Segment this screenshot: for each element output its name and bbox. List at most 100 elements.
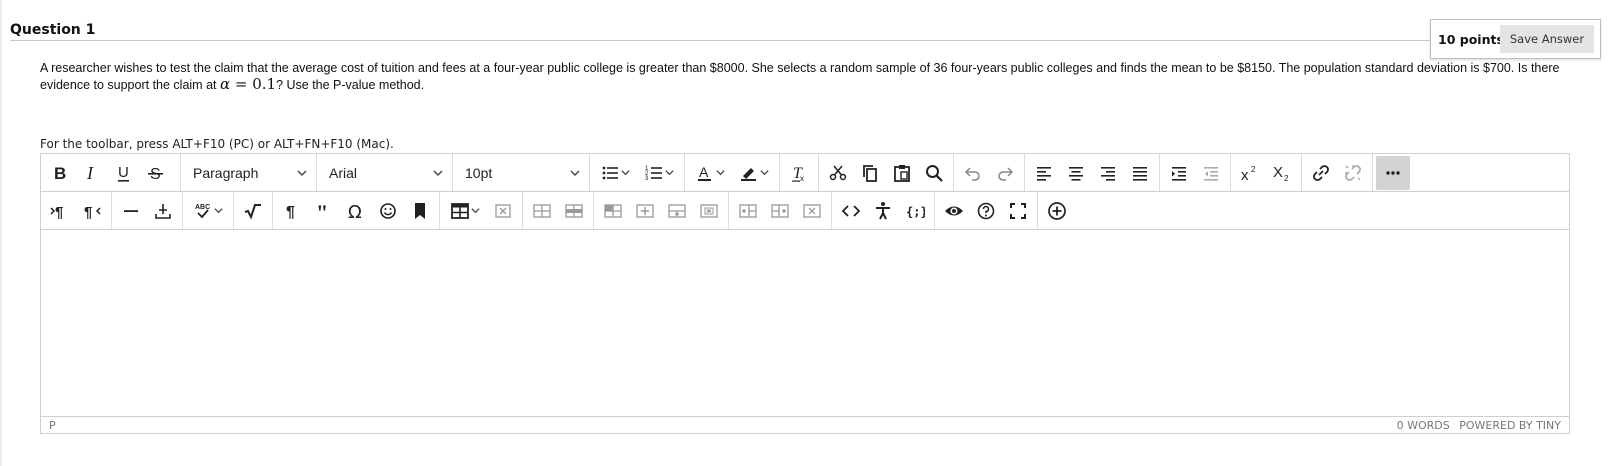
align-center-button[interactable] [1060,158,1092,188]
history-group [954,154,1025,191]
undo-icon [964,166,980,181]
find-replace-button[interactable] [918,158,950,188]
show-blocks-button[interactable]: ¶ [276,196,308,226]
redo-button[interactable] [989,158,1021,188]
insert-column-before-button[interactable] [732,196,764,226]
title-divider [10,40,1430,41]
math-equation-button[interactable] [237,196,269,226]
cut-button[interactable] [822,158,854,188]
italic-button[interactable]: I [76,158,108,188]
text-color-icon: A [697,164,711,181]
insert-row-after-button[interactable] [661,196,693,226]
justify-button[interactable] [1124,158,1156,188]
color-group: A [685,154,780,191]
insert-column-after-button[interactable] [764,196,796,226]
help-button[interactable] [970,196,1002,226]
underline-icon: U [118,164,129,182]
search-icon [926,164,943,182]
preview-button[interactable] [938,196,970,226]
table-properties-button[interactable] [526,196,558,226]
font-size-select[interactable]: 10pt [453,154,590,191]
anchor-bookmark-button[interactable] [404,196,436,226]
remove-link-button[interactable] [1337,158,1369,188]
chevron-down-icon [297,170,307,176]
insert-row-before-button[interactable] [629,196,661,226]
clear-formatting-icon: Tx [792,165,804,183]
insert-link-button[interactable] [1305,158,1337,188]
svg-text:2: 2 [1284,174,1289,183]
bullet-list-button[interactable] [593,158,637,188]
blockquote-button[interactable]: " [308,196,340,226]
font-size-value: 10pt [465,164,493,181]
spellcheck-group: ABC [183,192,234,229]
svg-text:U: U [118,164,129,181]
accessibility-checker-button[interactable] [867,196,899,226]
add-content-button[interactable] [1041,196,1073,226]
copy-button[interactable] [854,158,886,188]
spellcheck-button[interactable]: ABC [186,196,230,226]
italic-icon: I [86,163,94,183]
font-family-value: Arial [329,164,358,181]
eye-icon [945,206,963,215]
undo-button[interactable] [957,158,989,188]
svg-text:x: x [800,174,804,183]
delete-row-button[interactable] [693,196,725,226]
highlight-color-button[interactable] [732,158,776,188]
script-group: x2 X2 [1231,154,1302,191]
superscript-button[interactable]: x2 [1234,158,1266,188]
rtl-button[interactable]: ¶ [76,196,108,226]
fullscreen-button[interactable] [1002,196,1034,226]
bold-button[interactable]: B [44,158,76,188]
align-left-icon [1037,166,1051,181]
svg-text:I: I [86,163,94,183]
emoticons-button[interactable] [372,196,404,226]
indent-button[interactable] [1163,158,1195,188]
block-format-select[interactable]: Paragraph [181,154,317,191]
align-right-button[interactable] [1092,158,1124,188]
table-row-properties-button[interactable] [558,196,590,226]
insert-table-button[interactable] [443,196,487,226]
special-character-button[interactable]: Ω [340,196,372,226]
ltr-button[interactable]: ¶ [44,196,76,226]
clear-formatting-button[interactable]: Tx [783,158,815,188]
plus-circle-icon [1048,201,1066,220]
strikethrough-button[interactable]: S [140,158,172,188]
save-answer-button[interactable]: Save Answer [1500,25,1594,53]
spellcheck-icon: ABC [195,204,210,218]
table-insert-row-before-icon [636,203,654,218]
delete-column-button[interactable] [796,196,828,226]
editor-status-bar: P 0 WORDS POWERED BY TINY [41,416,1569,434]
underline-button[interactable]: U [108,158,140,188]
code-sample-button[interactable]: {;} [899,196,931,226]
subscript-icon: X2 [1273,164,1289,183]
source-code-button[interactable] [835,196,867,226]
text-color-button[interactable]: A [688,158,732,188]
toolbar-row-2: ¶ ¶ ABC ¶ " Ω {; [41,192,1569,230]
toolbar-row-1: B I U S Paragraph Arial 10pt [41,154,1569,192]
editor-content-area[interactable] [41,230,1569,416]
outdent-button[interactable] [1195,158,1227,188]
table-group [440,192,523,229]
horizontal-line-button[interactable] [115,196,147,226]
numbered-list-button[interactable]: 123 [637,158,681,188]
clipboard-group [819,154,954,191]
square-root-icon [244,203,261,220]
paste-button[interactable] [886,158,918,188]
powered-by-link[interactable]: POWERED BY TINY [1459,419,1561,432]
help-icon [977,202,995,219]
delete-table-button[interactable] [487,196,519,226]
nonbreaking-space-button[interactable] [147,196,179,226]
table-cell-properties-button[interactable] [597,196,629,226]
rich-text-editor: B I U S Paragraph Arial 10pt [40,153,1570,434]
font-family-select[interactable]: Arial [317,154,453,191]
svg-text:Ω: Ω [348,202,362,221]
more-options-button[interactable] [1376,155,1410,190]
align-left-button[interactable] [1028,158,1060,188]
element-path[interactable]: P [49,419,56,432]
subscript-button[interactable]: X2 [1266,158,1298,188]
chevron-down-icon [715,170,725,176]
svg-text:{;}: {;} [906,205,925,219]
alpha-value: = 0.1 [230,75,277,93]
word-count[interactable]: 0 WORDS [1397,419,1450,432]
bold-icon: B [54,164,66,183]
